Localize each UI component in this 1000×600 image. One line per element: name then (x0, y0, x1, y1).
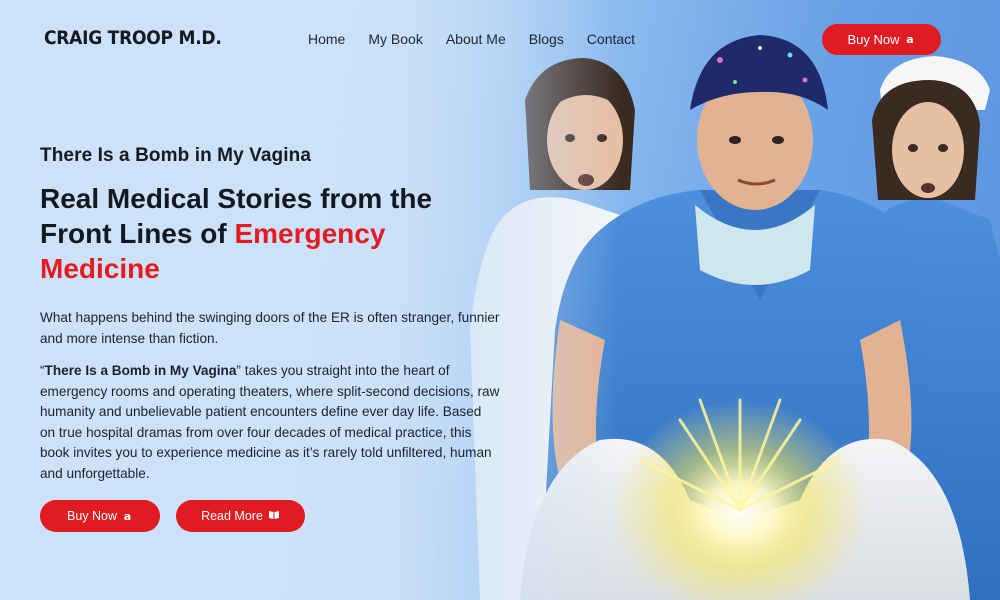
hero-headline: Real Medical Stories from the Front Line… (40, 181, 500, 286)
description-text: ” takes you straight into the heart of e… (40, 363, 500, 481)
description-book-title: There Is a Bomb in My Vagina (44, 363, 237, 378)
buy-now-button[interactable]: Buy Now a (40, 500, 160, 532)
site-header: CRAIG TROOP M.D. Home My Book About Me B… (0, 0, 1000, 78)
description-paragraph: “There Is a Bomb in My Vagina” takes you… (40, 361, 500, 484)
site-logo[interactable]: CRAIG TROOP M.D. (44, 27, 222, 49)
cta-row: Buy Now a Read More (40, 500, 500, 532)
nav-my-book[interactable]: My Book (368, 31, 422, 47)
amazon-icon: a (906, 33, 914, 46)
nav-blogs[interactable]: Blogs (529, 31, 564, 47)
book-title: There Is a Bomb in My Vagina (40, 145, 311, 166)
read-more-label: Read More (201, 509, 263, 523)
nav-home[interactable]: Home (308, 31, 345, 47)
buy-now-label: Buy Now (66, 509, 118, 523)
read-more-button[interactable]: Read More (176, 500, 305, 532)
intro-paragraph: What happens behind the swinging doors o… (40, 310, 500, 346)
hero-content: There Is a Bomb in My Vagina Real Medica… (40, 145, 500, 532)
amazon-icon: a (123, 509, 132, 523)
header-buy-now-button[interactable]: Buy Now a (822, 24, 941, 55)
nav-contact[interactable]: Contact (587, 31, 635, 47)
nav-about-me[interactable]: About Me (446, 31, 506, 47)
book-icon (268, 509, 280, 523)
header-buy-now-label: Buy Now (847, 32, 900, 47)
main-nav: Home My Book About Me Blogs Contact (308, 31, 658, 47)
